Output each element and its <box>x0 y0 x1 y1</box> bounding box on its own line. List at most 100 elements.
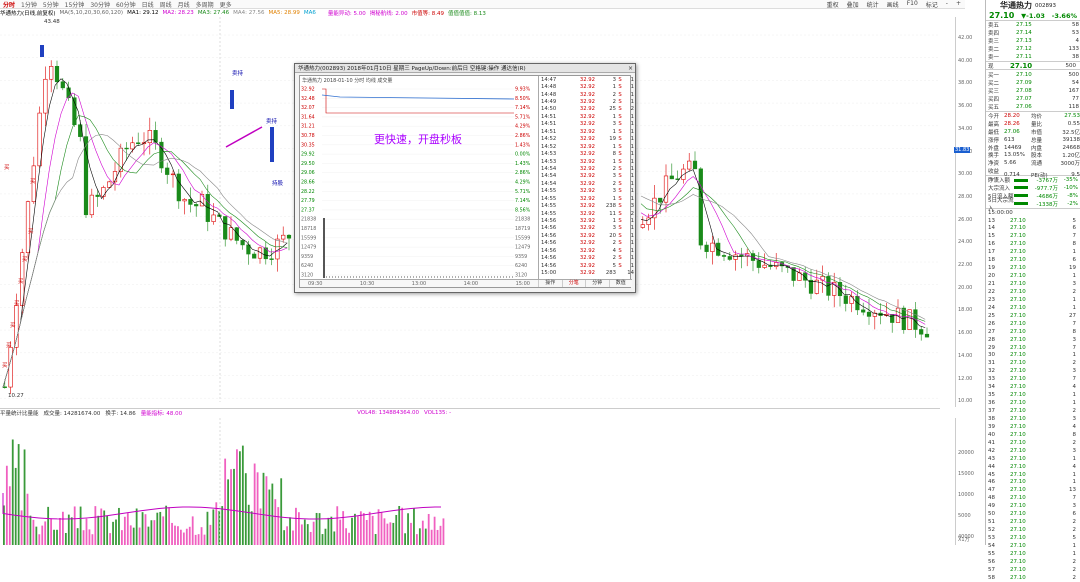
highlight-candle <box>40 45 44 57</box>
tick-seq: 20 <box>988 273 995 280</box>
popup-btn-2[interactable]: 分钟 <box>585 280 609 287</box>
tab-1[interactable]: 1分钟 <box>18 0 40 9</box>
tab-8[interactable]: 月线 <box>175 0 193 9</box>
toolbar-btn-7[interactable]: + <box>952 0 965 9</box>
popup-tick-list[interactable]: 14:47 32.92 3 S 1 14:48 32.92 1 S 1 14:48 32.92 2 S 1 1… <box>538 76 634 281</box>
tick-count: 1 <box>630 99 634 106</box>
candle <box>107 181 112 188</box>
tick-volume: 3 <box>1072 368 1077 375</box>
tick-row: 27 27.10 8 <box>986 328 1080 336</box>
candle <box>188 199 193 205</box>
buy-signal-label: 买 <box>22 255 28 263</box>
volume-header: 平量统计比量能 成交量: 14281674.00 换手: 14.86 量能指标:… <box>0 408 940 417</box>
volume-bar <box>203 534 206 545</box>
tick-side: S <box>618 225 622 232</box>
tab-9[interactable]: 多周期 <box>193 0 217 9</box>
tick-seq: 30 <box>988 352 995 359</box>
intraday-popup-window[interactable]: 华通热力(002893) 2018年01月10日 星期三 PageUp/Down… <box>294 63 636 293</box>
toolbar-btn-3[interactable]: 画线 <box>883 0 903 9</box>
tick-volume: 5 <box>1072 535 1077 542</box>
popup-btn-1[interactable]: 分笔 <box>561 280 586 287</box>
popup-titlebar[interactable]: 华通热力(002893) 2018年01月10日 星期三 PageUp/Down… <box>295 64 635 73</box>
tab-10[interactable]: 更多 <box>217 0 235 9</box>
tick-row: 55 27.10 1 <box>986 550 1080 558</box>
toolbar-btn-6[interactable]: - <box>942 0 952 9</box>
stat-label: 流通 <box>1031 161 1043 168</box>
toolbar-btn-5[interactable]: 标记 <box>922 0 942 9</box>
toolbar-btn-2[interactable]: 统计 <box>863 0 883 9</box>
toolbar-btn-1[interactable]: 叠加 <box>843 0 863 9</box>
tab-7[interactable]: 周线 <box>157 0 175 9</box>
quote-panel: 华通热力 002893 27.10 ▼-1.03 -3.66% 卖五 27.15 5… <box>985 0 1080 581</box>
popup-btn-0[interactable]: 操作 <box>538 280 562 287</box>
volume-bar <box>200 527 203 545</box>
tick-time: 14:55 <box>541 188 557 195</box>
tick-volume: 3 <box>612 121 616 128</box>
asks-label: 卖二 <box>988 47 1000 54</box>
asks-label: 卖一 <box>988 55 1000 62</box>
tab-0[interactable]: 分时 <box>0 0 18 9</box>
candle <box>861 309 866 313</box>
tick-row: 26 27.10 7 <box>986 320 1080 328</box>
popup-tick-row: 14:56 32.92 20 S 1 <box>539 232 634 239</box>
popup-tick-row: 14:55 32.92 1 S 1 <box>539 195 634 202</box>
mini-y-right-label: 15599 <box>515 235 530 241</box>
tab-6[interactable]: 日线 <box>139 0 157 9</box>
toolbar-btn-4[interactable]: F10 <box>903 0 922 9</box>
price-pct: -3.66% <box>1051 11 1077 20</box>
tick-row: 38 27.10 3 <box>986 415 1080 423</box>
tab-2[interactable]: 5分钟 <box>40 0 62 9</box>
volume-value: 成交量: 14281674.00 <box>43 411 101 417</box>
tick-volume: 1 <box>1072 550 1077 557</box>
candle <box>147 130 152 144</box>
tick-volume: 7 <box>1072 344 1077 351</box>
tab-3[interactable]: 15分钟 <box>62 0 88 9</box>
tick-price: 27.10 <box>1010 566 1026 573</box>
tab-4[interactable]: 30分钟 <box>87 0 113 9</box>
tick-volume: 3 <box>1072 503 1077 510</box>
tick-price: 32.92 <box>579 180 595 187</box>
volume-bar <box>138 527 141 545</box>
stat-label: 内盘 <box>1031 145 1043 152</box>
tick-price: 27.10 <box>1010 257 1026 264</box>
ma3-value: MA3: 27.46 <box>197 10 230 16</box>
volume-bar <box>292 530 294 545</box>
stat-label: 换手 <box>988 153 1000 160</box>
tab-5[interactable]: 60分钟 <box>113 0 139 9</box>
volume-bar <box>135 508 138 545</box>
tick-price: 27.10 <box>1010 233 1026 240</box>
volume-bar <box>177 526 179 545</box>
popup-tick-row: 14:51 32.92 3 S 1 <box>539 121 634 128</box>
close-icon[interactable]: × <box>626 65 635 72</box>
volume-chart[interactable] <box>0 418 955 545</box>
tick-seq: 25 <box>988 312 995 319</box>
tick-price: 32.92 <box>579 113 595 120</box>
candle <box>286 234 292 239</box>
price-tick-label: 38.00 <box>958 80 973 87</box>
popup-btn-3[interactable]: 数值 <box>608 280 633 287</box>
volume-bar <box>188 526 191 545</box>
flow-amount: -977.7万 <box>1034 185 1058 192</box>
toolbar-btn-0[interactable]: 重权 <box>823 0 843 9</box>
volume-bar <box>132 527 135 545</box>
bids-volume: 167 <box>1068 87 1080 94</box>
intraday-mini-chart[interactable]: 32.92 9.93% 32.48 8.50% 32.07 7.14% 31.64 5.71%… <box>300 83 538 281</box>
tick-list[interactable]: 15:00:00 13 27.10 5 14 27.10 6 15 27.10 7 16 27.10… <box>986 207 1080 582</box>
tick-volume: 2 <box>1072 360 1077 367</box>
tick-volume: 27 <box>1069 312 1076 319</box>
tick-price: 27.10 <box>1010 281 1026 288</box>
volume-bar <box>23 449 26 545</box>
stat-label: 涨停 <box>988 137 1000 144</box>
tick-count: 3 <box>630 203 634 210</box>
stat-row: 最高 28.26 量比 0.55 <box>986 120 1080 128</box>
tick-row: 14 27.10 6 <box>986 225 1080 233</box>
stat-value: 27.53 <box>1064 112 1080 119</box>
intraday-volume-bar <box>440 276 441 278</box>
tick-price: 27.10 <box>1010 479 1026 486</box>
tick-volume: 238 <box>605 203 616 210</box>
volume-bar <box>106 515 109 545</box>
current-price: 27.10 <box>1010 61 1033 70</box>
candle <box>252 253 257 259</box>
candle <box>37 112 42 167</box>
volume-bar <box>82 530 85 545</box>
